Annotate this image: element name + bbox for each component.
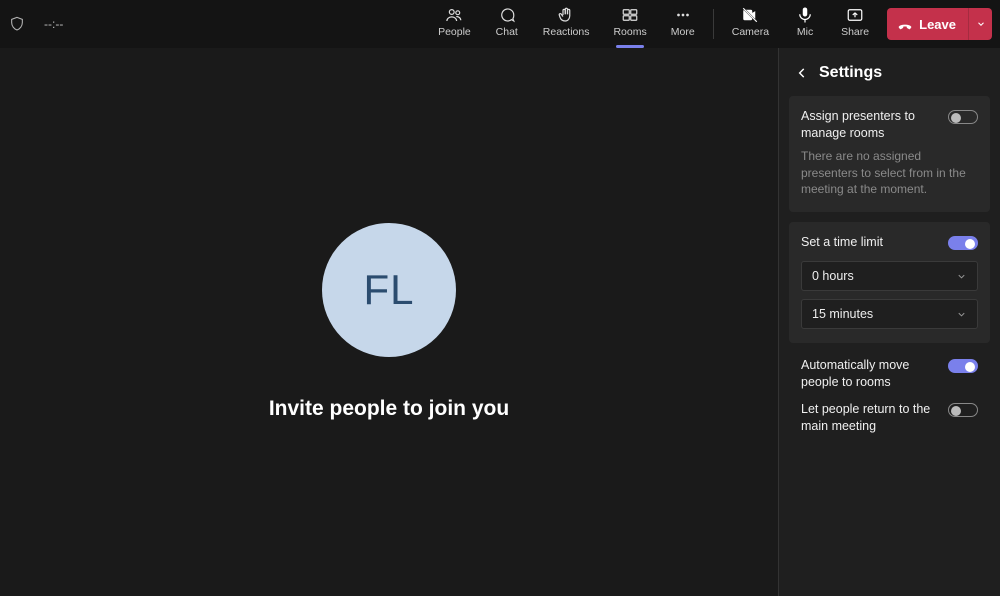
invite-text: Invite people to join you: [269, 397, 509, 421]
topbar-right: Leave: [881, 8, 992, 40]
leave-menu-button[interactable]: [968, 8, 992, 40]
tab-more[interactable]: More: [659, 0, 707, 48]
select-value: 0 hours: [812, 269, 854, 283]
select-value: 15 minutes: [812, 307, 873, 321]
chevron-left-icon: [795, 66, 809, 80]
toggle-time-limit[interactable]: [948, 236, 978, 250]
setting-assign-presenters: Assign presenters to manage rooms There …: [789, 96, 990, 212]
tab-chat[interactable]: Chat: [483, 0, 531, 48]
panel-header: Settings: [779, 48, 1000, 96]
rooms-settings-panel: Settings Assign presenters to manage roo…: [778, 48, 1000, 596]
tab-people[interactable]: People: [426, 0, 483, 48]
people-icon: [445, 6, 463, 24]
tab-camera[interactable]: Camera: [720, 0, 781, 48]
tab-reactions[interactable]: Reactions: [531, 0, 602, 48]
share-icon: [846, 6, 864, 24]
chevron-down-icon: [955, 270, 967, 282]
tab-label: Reactions: [543, 26, 590, 38]
tab-label: Share: [841, 26, 869, 38]
toggle-assign-presenters[interactable]: [948, 110, 978, 124]
tab-label: Mic: [797, 26, 813, 38]
select-hours[interactable]: 0 hours: [801, 261, 978, 291]
chat-icon: [498, 6, 516, 24]
hand-icon: [557, 6, 575, 24]
toggle-letreturn[interactable]: [948, 403, 978, 417]
tab-label: Camera: [732, 26, 769, 38]
setting-automove: Automatically move people to rooms Let p…: [789, 353, 990, 445]
meeting-stage: FL Invite people to join you: [0, 48, 778, 596]
setting-label: Automatically move people to rooms: [801, 357, 938, 391]
tab-strip: People Chat Reactions Rooms More: [63, 0, 881, 48]
tab-mic[interactable]: Mic: [781, 0, 829, 48]
tab-share[interactable]: Share: [829, 0, 881, 48]
toggle-automove[interactable]: [948, 359, 978, 373]
mic-icon: [796, 6, 814, 24]
avatar: FL: [322, 223, 456, 357]
tab-label: Chat: [496, 26, 518, 38]
more-icon: [674, 6, 692, 24]
leave-button[interactable]: Leave: [887, 8, 968, 40]
setting-label: Assign presenters to manage rooms: [801, 108, 938, 142]
tab-rooms[interactable]: Rooms: [601, 0, 658, 48]
back-button[interactable]: [793, 64, 811, 82]
tab-label: More: [671, 26, 695, 38]
setting-label: Set a time limit: [801, 234, 883, 251]
camera-off-icon: [741, 6, 759, 24]
tab-label: People: [438, 26, 471, 38]
divider: [713, 9, 714, 39]
leave-label: Leave: [919, 17, 956, 32]
topbar-left: --:--: [8, 15, 63, 33]
chevron-down-icon: [976, 19, 986, 29]
setting-subtext: There are no assigned presenters to sele…: [801, 148, 978, 198]
panel-title: Settings: [819, 64, 882, 82]
setting-label: Let people return to the main meeting: [801, 401, 938, 435]
top-bar: --:-- People Chat Reactions Rooms: [0, 0, 1000, 48]
phone-down-icon: [897, 16, 913, 32]
select-minutes[interactable]: 15 minutes: [801, 299, 978, 329]
rooms-icon: [621, 6, 639, 24]
setting-time-limit: Set a time limit 0 hours 15 minutes: [789, 222, 990, 343]
leave-button-group: Leave: [887, 8, 992, 40]
body: FL Invite people to join you Settings As…: [0, 48, 1000, 596]
meeting-timer: --:--: [44, 17, 63, 31]
shield-icon: [8, 15, 26, 33]
avatar-initials: FL: [363, 266, 414, 314]
tab-label: Rooms: [613, 26, 646, 38]
chevron-down-icon: [955, 308, 967, 320]
panel-body: Assign presenters to manage rooms There …: [779, 96, 1000, 445]
